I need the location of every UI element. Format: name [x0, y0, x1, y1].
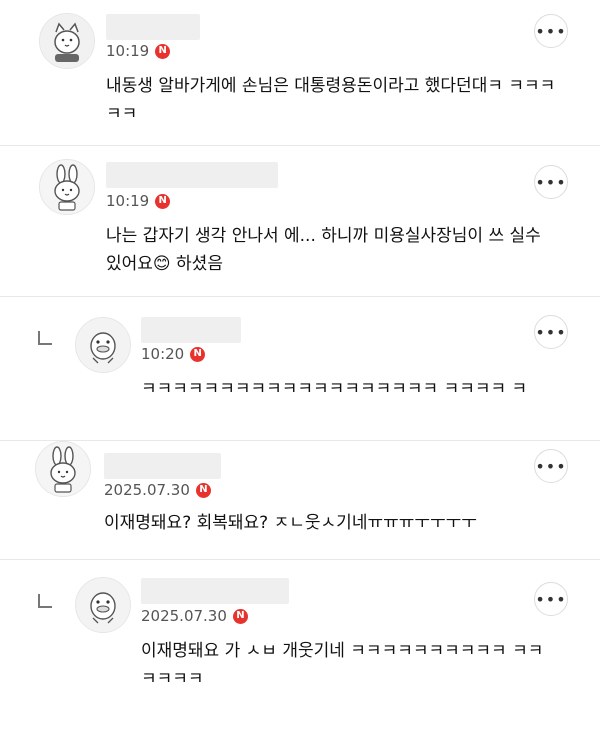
new-badge: N [195, 482, 211, 498]
comment-meta: 2025.07.30 N [141, 607, 248, 625]
comment-meta: 10:19 N [106, 42, 171, 60]
duck-face-icon [76, 578, 130, 632]
author-name-blurred[interactable] [106, 14, 200, 40]
new-badge: N [232, 608, 248, 624]
avatar[interactable] [75, 577, 131, 633]
comment-item: 2025.07.30 N 이재명돼요? 회복돼요? ㅈㄴ웃ㅅ기네ㅠㅠㅠㅜㅜㅜㅜ … [0, 441, 600, 559]
more-options-button[interactable]: ••• [534, 315, 568, 349]
comment-time: 2025.07.30 [104, 481, 190, 499]
comment-time: 10:19 [106, 192, 150, 210]
comment-meta: 10:20 N [141, 345, 206, 363]
rabbit-face-icon [40, 160, 94, 214]
author-name-blurred[interactable] [104, 453, 221, 479]
comment-time: 10:19 [106, 42, 150, 60]
comment-text: 이재명돼요? 회복돼요? ㅈㄴ웃ㅅ기네ㅠㅠㅠㅜㅜㅜㅜ [104, 513, 477, 533]
comment-item: 10:19 N 나는 갑자기 생각 안나서 에... 하니까 미용실사장님이 쓰… [0, 146, 600, 296]
more-options-button[interactable]: ••• [534, 582, 568, 616]
duck-face-icon [76, 318, 130, 372]
avatar[interactable] [35, 441, 91, 497]
avatar[interactable] [39, 13, 95, 69]
avatar[interactable] [39, 159, 95, 215]
more-options-button[interactable]: ••• [534, 165, 568, 199]
more-options-button[interactable]: ••• [534, 449, 568, 483]
rabbit-face-icon [36, 442, 90, 496]
comment-text: ㅋㅋㅋㅋㅋㅋㅋㅋㅋㅋㅋㅋㅋㅋㅋㅋㅋㅋㅋ ㅋㅋㅋㅋ ㅋ [141, 379, 528, 399]
comment-item: 10:19 N 내동생 알바가게에 손님은 대통령용돈이라고 했다던대ㅋ ㅋㅋㅋ… [0, 0, 600, 145]
comment-text: 이재명돼요 가 ㅅㅂ 개웃기네 ㅋㅋㅋㅋㅋㅋㅋㅋㅋㅋ ㅋㅋㅋㅋㅋㅋ [141, 641, 544, 689]
comment-text: 내동생 알바가게에 손님은 대통령용돈이라고 했다던대ㅋ ㅋㅋㅋㅋㅋ [106, 76, 556, 124]
avatar[interactable] [75, 317, 131, 373]
reply-item: 2025.07.30 N 이재명돼요 가 ㅅㅂ 개웃기네 ㅋㅋㅋㅋㅋㅋㅋㅋㅋㅋ … [0, 560, 600, 739]
new-badge: N [190, 346, 206, 362]
reply-arrow-icon [38, 594, 52, 608]
author-name-blurred[interactable] [141, 578, 289, 604]
comment-meta: 10:19 N [106, 192, 171, 210]
comment-meta: 2025.07.30 N [104, 481, 211, 499]
new-badge: N [155, 193, 171, 209]
comment-time: 2025.07.30 [141, 607, 227, 625]
reply-item: 10:20 N ㅋㅋㅋㅋㅋㅋㅋㅋㅋㅋㅋㅋㅋㅋㅋㅋㅋㅋㅋ ㅋㅋㅋㅋ ㅋ ••• [0, 297, 600, 440]
new-badge: N [155, 43, 171, 59]
comment-time: 10:20 [141, 345, 185, 363]
comment-text: 나는 갑자기 생각 안나서 에... 하니까 미용실사장님이 쓰 실수있어요😊 … [106, 226, 541, 274]
more-options-button[interactable]: ••• [534, 14, 568, 48]
author-name-blurred[interactable] [141, 317, 241, 343]
author-name-blurred[interactable] [106, 162, 278, 188]
reply-arrow-icon [38, 331, 52, 345]
cat-face-icon [40, 14, 94, 68]
